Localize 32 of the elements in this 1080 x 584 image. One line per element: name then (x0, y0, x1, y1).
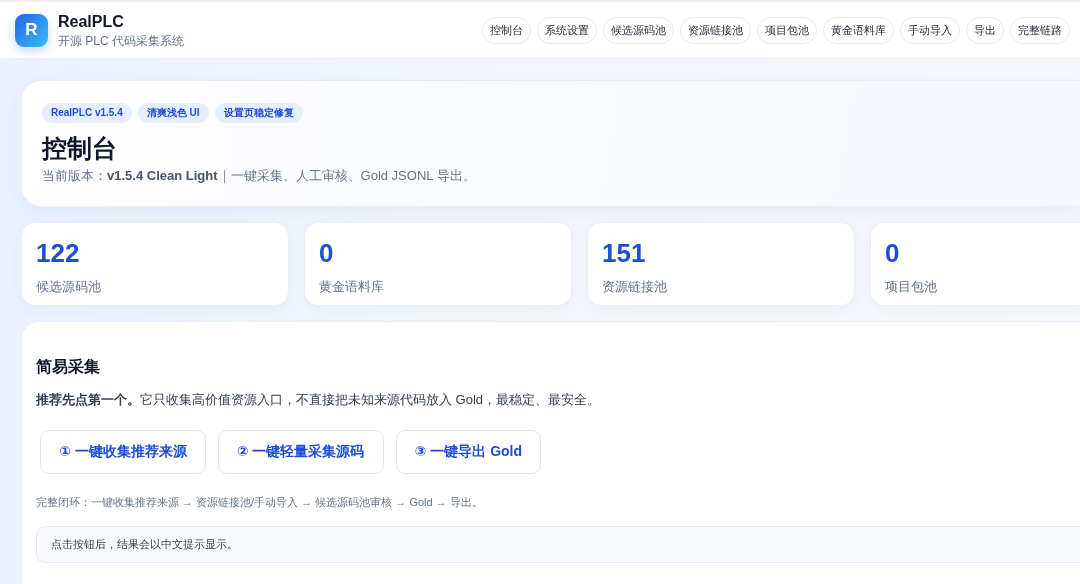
app-logo: R (15, 13, 48, 47)
section-title: 简易采集 (36, 357, 101, 377)
result-message: 点击按钮后，结果会以中文提示显示。 (36, 526, 1080, 563)
nav-tab[interactable]: 项目包池 (757, 16, 817, 44)
badge: 设置页稳定修复 (214, 103, 303, 123)
stat-label: 黄金语料库 (319, 278, 385, 296)
section-description: 推荐先点第一个。它只收集高价值资源入口，不直接把未知来源代码放入 Gold，最稳定、最安全。 (36, 391, 602, 409)
app-subtitle: 开源 PLC 代码采集系统 (58, 33, 184, 49)
nav-tab[interactable]: 手动导入 (900, 16, 960, 44)
flow-description: 完整闭环：一键收集推荐来源 → 资源链接池/手动导入 → 候选源码池审核 → Gold → 导出。 (36, 495, 484, 510)
badge: RealPLC v1.5.4 (42, 103, 132, 123)
stat-label: 资源链接池 (602, 278, 668, 296)
action-button[interactable]: ① 一键收集推荐来源 (40, 430, 206, 474)
stat-value: 151 (602, 237, 647, 269)
nav-tab[interactable]: 控制台 (482, 16, 531, 44)
nav-tab[interactable]: 系统设置 (537, 16, 597, 44)
page-title: 控制台 (42, 133, 118, 163)
page-subtitle: 当前版本：v1.5.4 Clean Light｜一键采集、人工审核、Gold JSONL 导出。 (42, 167, 477, 185)
action-button[interactable]: ② 一键轻量采集源码 (217, 430, 384, 474)
badge: 清爽浅色 UI (137, 103, 209, 123)
stat-value: 0 (319, 237, 335, 269)
stat-label: 项目包池 (885, 278, 938, 296)
nav-tab[interactable]: 完整链路 (1010, 16, 1070, 44)
stat-value: 122 (36, 237, 81, 269)
nav-tab[interactable]: 黄金语料库 (823, 16, 894, 44)
nav-tab[interactable]: 导出 (966, 16, 1004, 44)
nav-tab[interactable]: 资源链接池 (680, 16, 751, 44)
stat-value: 0 (885, 237, 901, 269)
nav-tab[interactable]: 候选源码池 (603, 16, 674, 44)
stat-label: 候选源码池 (36, 278, 102, 296)
action-button[interactable]: ③ 一键导出 Gold (395, 430, 541, 474)
app-title: RealPLC (58, 11, 125, 31)
